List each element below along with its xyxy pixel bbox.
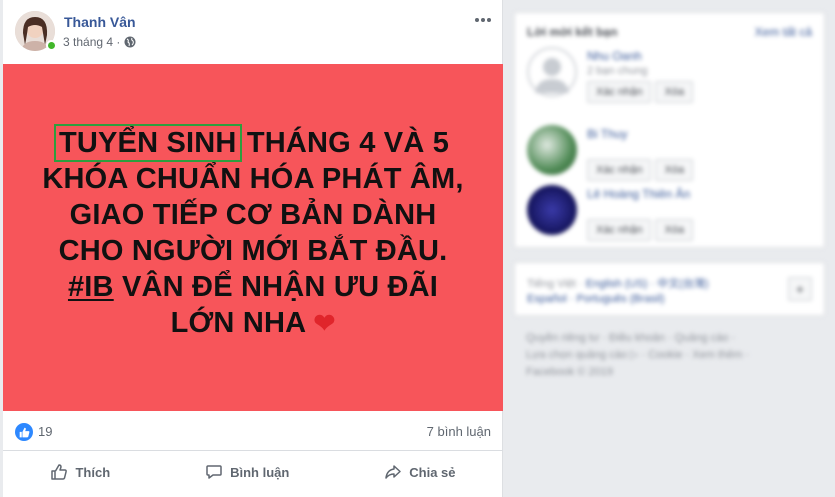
language-links-2[interactable]: Español · Português (Brasil) [527,293,665,305]
person-buttons: Xác nhận Xóa [587,81,694,103]
friend-request-item: Lê Hoàng Thiên Ân Xác nhận Xóa [527,185,817,249]
post-stats: 19 7 bình luận [3,411,503,451]
delete-button[interactable]: Xóa [655,159,694,181]
post-meta: 3 tháng 4 · [63,35,136,49]
current-language: Tiếng Việt · [527,278,583,290]
banner-line-5: #IB VÂN ĐỂ NHẬN ƯU ĐÃI [18,269,488,305]
confirm-button[interactable]: Xác nhận [587,219,652,241]
confirm-button[interactable]: Xác nhận [587,159,652,181]
comment-button[interactable]: Bình luận [205,463,289,481]
delete-button[interactable]: Xóa [655,219,694,241]
like-button[interactable]: Thích [50,463,110,481]
facebook-feed: Thanh Vân 3 tháng 4 · TUYỂN SINH THÁNG 4… [0,0,835,497]
person-avatar[interactable] [527,125,577,175]
friend-request-item: Nhu Oanh 2 bạn chung Xác nhận Xóa [527,47,817,111]
language-card: Tiếng Việt · English (US) · 中文(台灣) Españ… [514,262,825,316]
comment-icon [206,465,222,479]
like-reaction-icon[interactable] [15,423,33,441]
friend-requests-title: Lời mời kết bạn [527,25,618,39]
post-banner: TUYỂN SINH THÁNG 4 VÀ 5 KHÓA CHUẨN HÓA P… [3,64,503,411]
post-actions: Thích Bình luận Chia sẻ [3,452,503,492]
language-links-1[interactable]: English (US) · 中文(台灣) [586,278,709,290]
banner-line-2: KHÓA CHUẨN HÓA PHÁT ÂM, [42,162,464,195]
globe-icon [124,36,136,48]
highlighted-text: TUYỂN SINH [53,123,242,162]
footer-copyright: Facebook © 2019 [526,366,613,378]
person-name[interactable]: Lê Hoàng Thiên Ân [587,187,690,201]
heart-emoji: ❤ [313,307,336,338]
banner-line-5-rest: VÂN ĐỂ NHẬN ƯU ĐÃI [113,270,439,303]
person-avatar[interactable] [527,47,577,97]
hashtag-link[interactable]: #IB [68,271,114,303]
like-count[interactable]: 19 [38,424,52,439]
delete-button[interactable]: Xóa [655,81,694,103]
share-button[interactable]: Chia sẻ [384,463,456,481]
footer-line-1[interactable]: Quyền riêng tư · Điều khoản · Quảng cáo … [526,330,821,347]
post-header: Thanh Vân 3 tháng 4 · [3,0,503,64]
banner-line-3: GIAO TIẾP CƠ BẢN DÀNH [69,198,437,231]
mutual-friends: 2 bạn chung [587,65,648,77]
friend-requests-card: Lời mời kết bạn Xem tất cả Nhu Oanh 2 bạ… [514,12,825,248]
comment-count[interactable]: 7 bình luận [427,424,491,439]
person-buttons: Xác nhận Xóa [587,219,694,241]
banner-line-4: CHO NGƯỜI MỚI BẮT ĐẦU. [58,234,448,267]
thumbs-up-icon [51,464,68,480]
more-options-icon[interactable] [473,12,493,26]
like-button-label: Thích [75,464,111,480]
author-name[interactable]: Thanh Vân [64,14,136,30]
friend-request-item: Bi Thuy Xác nhận Xóa [527,125,817,189]
footer-line-2[interactable]: Lựa chọn quảng cáo ▷ · Cookie · Xem thêm… [526,347,821,364]
post-card: Thanh Vân 3 tháng 4 · TUYỂN SINH THÁNG 4… [3,0,503,497]
see-all-link[interactable]: Xem tất cả [755,25,812,39]
banner-text: TUYỂN SINH THÁNG 4 VÀ 5 KHÓA CHUẨN HÓA P… [18,123,488,341]
banner-line-1: TUYỂN SINH THÁNG 4 VÀ 5 [18,123,488,162]
comment-button-label: Bình luận [230,464,290,480]
banner-line-6-text: LỚN NHA [170,306,306,339]
person-buttons: Xác nhận Xóa [587,159,694,181]
add-language-button[interactable]: + [788,277,812,301]
banner-line-1-rest: THÁNG 4 VÀ 5 [238,126,450,159]
person-name[interactable]: Nhu Oanh [587,49,642,63]
share-button-label: Chia sẻ [409,464,456,480]
footer-links: Quyền riêng tư · Điều khoản · Quảng cáo … [526,330,821,381]
person-avatar[interactable] [527,185,577,235]
confirm-button[interactable]: Xác nhận [587,81,652,103]
share-icon [385,465,402,479]
right-sidebar: Lời mời kết bạn Xem tất cả Nhu Oanh 2 bạ… [514,0,835,497]
post-time[interactable]: 3 tháng 4 · [63,35,120,49]
online-status-dot [46,40,57,51]
language-line-1: Tiếng Việt · English (US) · 中文(台灣) [527,275,709,291]
person-name[interactable]: Bi Thuy [587,127,627,141]
language-line-2: Español · Português (Brasil) [527,293,665,305]
banner-line-6: LỚN NHA ❤ [18,305,488,341]
